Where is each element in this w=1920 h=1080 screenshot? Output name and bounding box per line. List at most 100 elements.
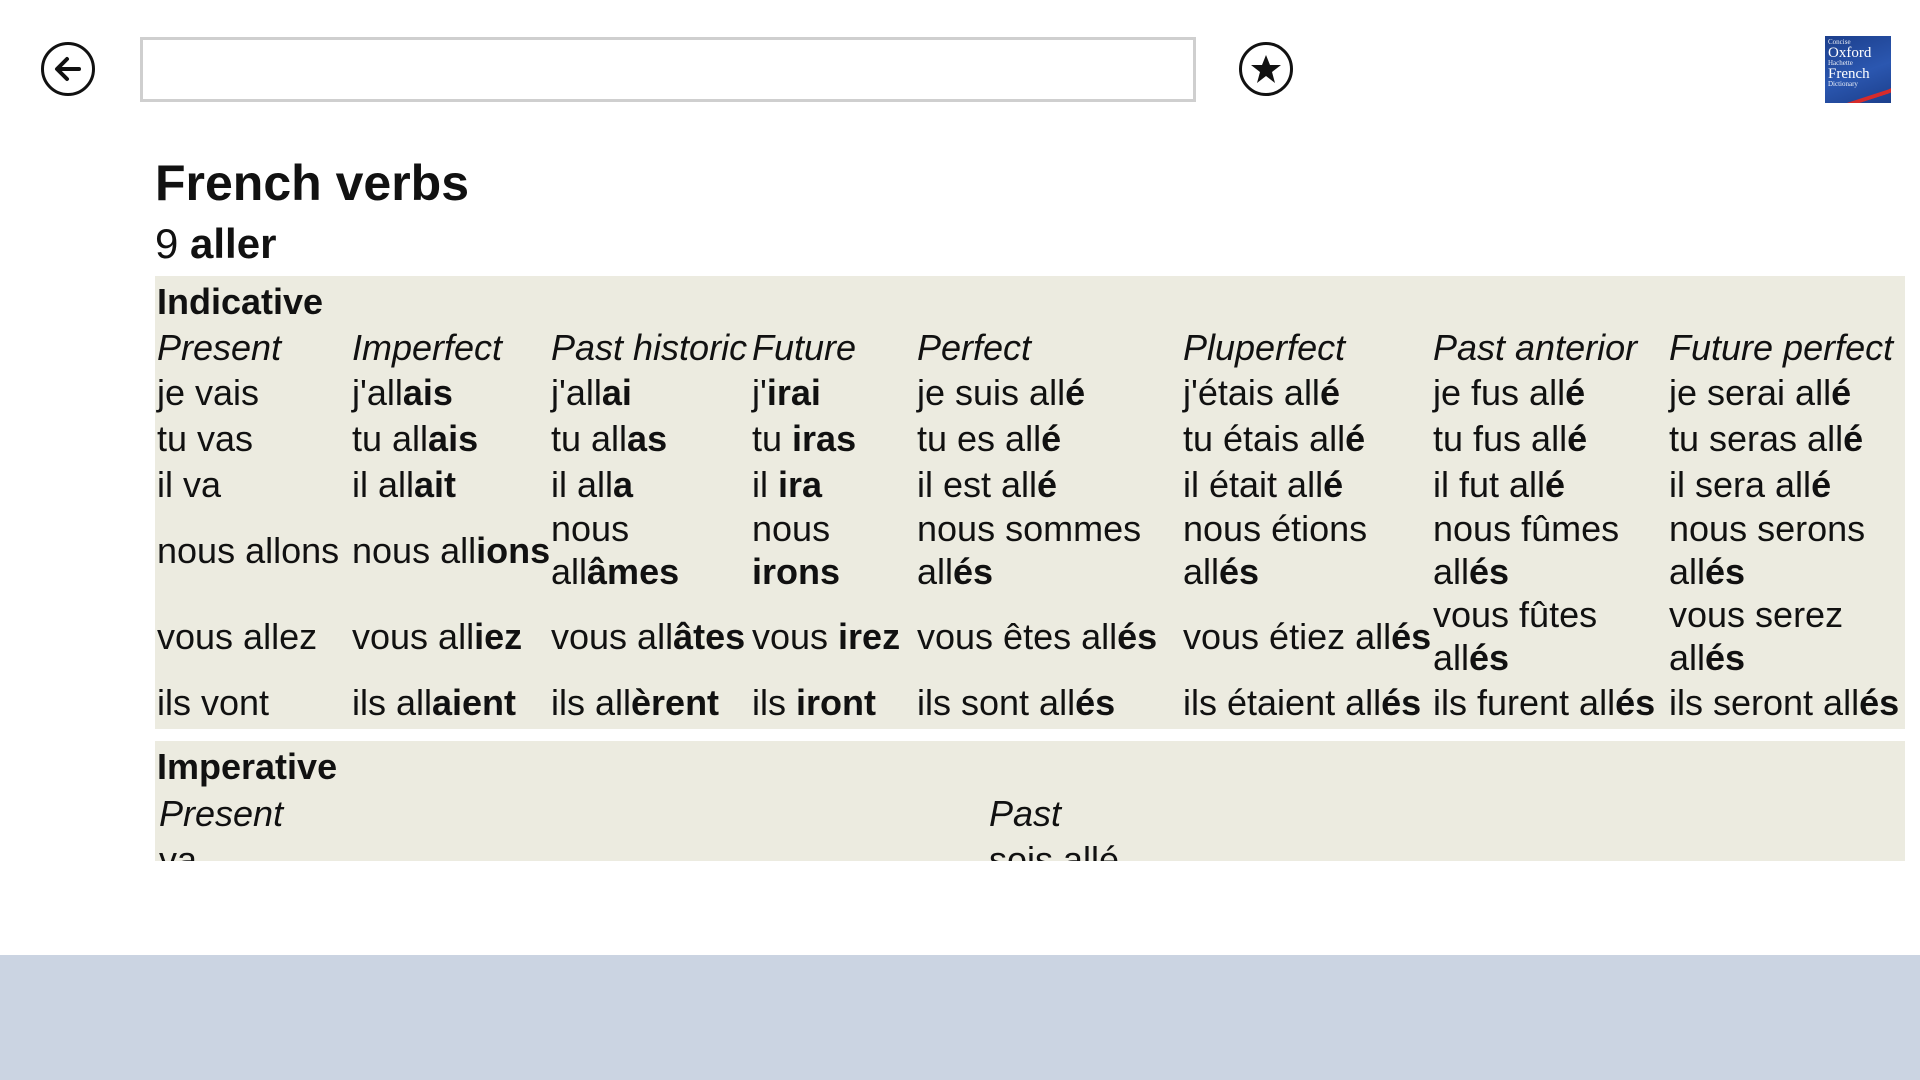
conjugation-cell: j'allai [551, 369, 752, 415]
imperative-heading: Imperative [157, 746, 338, 787]
conjugation-cell: vous irez [752, 593, 917, 679]
conjugation-cell: ils furent allés [1433, 679, 1669, 725]
verb-ending: iras [792, 417, 857, 459]
logo-text: Concise [1828, 38, 1851, 46]
imperative-present-value: va [159, 839, 198, 861]
verb-stem: ils étaient all [1183, 681, 1382, 723]
verb-stem: j'étais all [1183, 371, 1320, 413]
conjugation-row: tu vas tu allais tu allas tu iras tu es allé… [157, 415, 1905, 461]
conjugation-cell: nous étions allés [1183, 507, 1433, 593]
verb-ending: és [1705, 637, 1746, 678]
verb-stem: vous êtes all [917, 615, 1118, 657]
imperative-past-value: sois allé [989, 839, 1120, 861]
conjugation-row: nous allons nous allions nous allâmes nous … [157, 507, 1905, 593]
verb-ending: és [1381, 681, 1422, 723]
verb-ending: és [1705, 551, 1746, 592]
conjugation-cell: tu seras allé [1669, 415, 1905, 461]
conjugation-cell: vous alliez [352, 593, 551, 679]
verb-stem: vous étiez all [1183, 615, 1392, 657]
conjugation-cell: il allait [352, 461, 551, 507]
verb-number: 9 [155, 220, 179, 267]
logo-text: Hachette [1828, 59, 1853, 67]
verb-ending: és [1075, 681, 1116, 723]
verb-ending: é [1565, 371, 1586, 413]
verb-stem: tu étais all [1183, 417, 1346, 459]
conjugation-row: ils vont ils allaient ils allèrent ils iron… [157, 679, 1905, 725]
conjugation-cell: tu vas [157, 415, 352, 461]
verb-stem: ils vont [157, 681, 270, 723]
conjugation-cell: il fut allé [1433, 461, 1669, 507]
imperative-past-column: Past sois allé [989, 791, 1119, 861]
conjugation-cell: vous étiez allés [1183, 593, 1433, 679]
conjugation-cell: vous êtes allés [917, 593, 1183, 679]
conjugation-cell: nous fûmes allés [1433, 507, 1669, 593]
conjugation-cell: ils iront [752, 679, 917, 725]
star-icon [1249, 52, 1283, 86]
conjugation-cell: vous serez allés [1669, 593, 1905, 679]
tense-header: Future [752, 327, 857, 368]
verb-stem: vous [752, 615, 839, 657]
verb-stem: je vais [157, 371, 260, 413]
verb-ending: irai [766, 371, 821, 413]
verb-ending: irez [838, 615, 901, 657]
verb-ending: és [1469, 637, 1510, 678]
verb-ending: é [1811, 463, 1832, 505]
verb-stem: tu all [551, 417, 628, 459]
search-input[interactable] [140, 37, 1196, 102]
conjugation-cell: il était allé [1183, 461, 1433, 507]
conjugation-cell: tu es allé [917, 415, 1183, 461]
tense-header: Present [157, 327, 282, 368]
conjugation-cell: j'allais [352, 369, 551, 415]
verb-ending: és [1219, 551, 1260, 592]
imperative-present-column: Present va [159, 791, 283, 861]
indicative-heading: Indicative [157, 281, 324, 322]
top-bar: Concise Oxford Hachette French Dictionar… [0, 0, 1920, 120]
verb-ending: é [1567, 417, 1588, 459]
conjugation-cell: vous allâtes [551, 593, 752, 679]
conjugation-cell: je fus allé [1433, 369, 1669, 415]
verb-stem: ils sont all [917, 681, 1076, 723]
conjugation-cell: nous irons [752, 507, 917, 593]
verb-ending: é [1831, 371, 1852, 413]
verb-ending: ira [778, 463, 823, 505]
logo-text: French [1828, 66, 1870, 82]
verb-ending: é [1037, 463, 1058, 505]
conjugation-cell: il est allé [917, 461, 1183, 507]
conjugation-cell: il ira [752, 461, 917, 507]
verb-stem: ils all [551, 681, 632, 723]
imperative-panel: Imperative Present va Past sois allé [155, 741, 1905, 861]
verb-ending: aient [432, 681, 517, 723]
verb-stem: il est all [917, 463, 1038, 505]
tense-header: Pluperfect [1183, 327, 1346, 368]
imperative-past-label: Past [989, 793, 1062, 834]
verb-name: aller [190, 220, 277, 267]
conjugation-cell: j'irai [752, 369, 917, 415]
verb-stem: vous all [551, 615, 674, 657]
conjugation-cell: je suis allé [917, 369, 1183, 415]
conjugation-cell: tu allas [551, 415, 752, 461]
main-content: French verbs 9 aller Indicative Present I… [155, 150, 1905, 861]
verb-stem: tu all [352, 417, 429, 459]
conjugation-table: Present Imperfect Past historic Future Perfe… [157, 326, 1905, 725]
verb-ending: ai [601, 371, 632, 413]
verb-stem: j'all [551, 371, 602, 413]
conjugation-cell: il alla [551, 461, 752, 507]
verb-ending: é [1041, 417, 1062, 459]
verb-ending: ais [428, 417, 479, 459]
verb-ending: é [1843, 417, 1864, 459]
verb-ending: iez [474, 615, 523, 657]
verb-ending: é [1323, 463, 1344, 505]
verb-ending: és [1859, 681, 1900, 723]
verb-ending: é [1319, 371, 1340, 413]
verb-ending: é [1065, 371, 1086, 413]
conjugation-cell: je vais [157, 369, 352, 415]
page-title: French verbs [155, 155, 470, 211]
verb-ending: ais [402, 371, 453, 413]
back-button[interactable] [41, 42, 95, 96]
tense-header: Past historic [551, 327, 748, 368]
conjugation-cell: ils allèrent [551, 679, 752, 725]
verb-stem: ils all [352, 681, 433, 723]
conjugation-cell: nous sommes allés [917, 507, 1183, 593]
verb-stem: nous sommes all [917, 508, 1142, 592]
favorite-button[interactable] [1239, 42, 1293, 96]
